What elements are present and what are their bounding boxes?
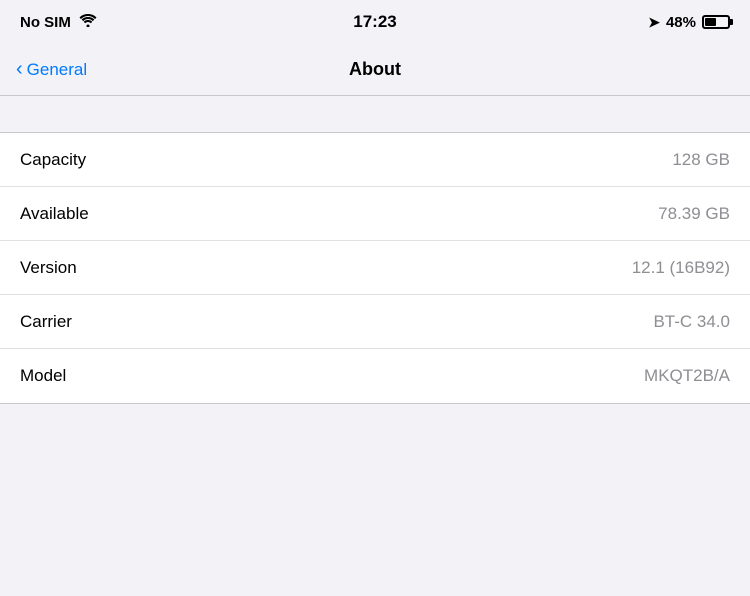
row-value: MKQT2B/A: [644, 366, 730, 386]
status-left: No SIM: [20, 13, 97, 31]
row-value: BT-C 34.0: [653, 312, 730, 332]
back-chevron-icon: ‹: [16, 59, 23, 79]
row-label: Available: [20, 204, 89, 224]
settings-row: Carrier BT-C 34.0: [0, 295, 750, 349]
wifi-icon: [79, 13, 97, 31]
settings-row: Capacity 128 GB: [0, 133, 750, 187]
battery-fill: [705, 18, 716, 26]
page-title: About: [349, 59, 401, 80]
status-right: ➤ 48%: [648, 14, 730, 31]
row-value: 12.1 (16B92): [632, 258, 730, 278]
settings-row: Available 78.39 GB: [0, 187, 750, 241]
row-label: Capacity: [20, 150, 86, 170]
settings-row: Model MKQT2B/A: [0, 349, 750, 403]
row-value: 128 GB: [672, 150, 730, 170]
row-label: Model: [20, 366, 66, 386]
battery-percent: 48%: [666, 14, 696, 31]
row-label: Carrier: [20, 312, 72, 332]
row-label: Version: [20, 258, 77, 278]
row-value: 78.39 GB: [658, 204, 730, 224]
status-bar: No SIM 17:23 ➤ 48%: [0, 0, 750, 44]
battery-icon: [702, 15, 730, 29]
carrier-label: No SIM: [20, 14, 71, 31]
location-icon: ➤: [648, 14, 660, 31]
back-button[interactable]: ‹ General: [16, 60, 87, 80]
status-time: 17:23: [353, 12, 396, 32]
settings-row: Version 12.1 (16B92): [0, 241, 750, 295]
settings-list: Capacity 128 GB Available 78.39 GB Version 12…: [0, 132, 750, 404]
nav-bar: ‹ General About: [0, 44, 750, 96]
section-gap: [0, 96, 750, 132]
back-label: General: [27, 60, 87, 80]
